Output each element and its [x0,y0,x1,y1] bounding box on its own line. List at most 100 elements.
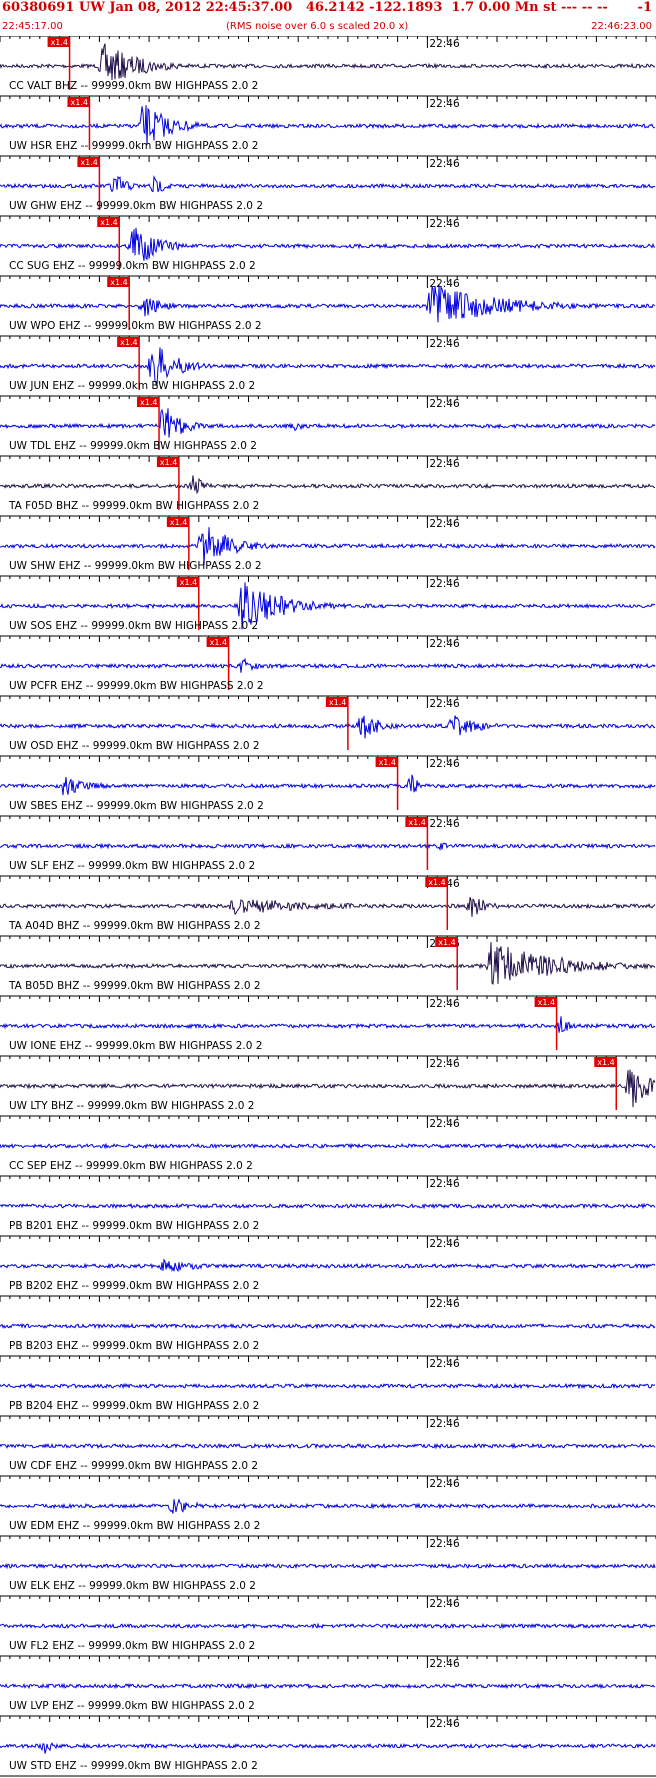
seismogram-plot: 22:46 x1.4 CC VALT BHZ -- 99999.0km BW HIG… [0,36,656,1777]
minute-marker-label: 22:46 [429,1298,460,1310]
minute-marker-label: 22:46 [429,1178,460,1190]
time-ticks [0,1056,656,1062]
seismogram-trace [0,475,656,495]
minute-marker-label: 22:46 [429,338,460,350]
time-ticks [0,516,656,522]
seismogram-trace [0,942,656,985]
pick-label: x1.4 [160,458,177,467]
pick-label: x1.4 [120,338,137,347]
seismogram-trace [0,842,656,852]
time-ticks [0,1356,656,1362]
time-ticks [0,1116,656,1122]
time-ticks [0,756,656,762]
time-ticks [0,1296,656,1302]
minute-marker-label: 22:46 [429,278,460,290]
minute-marker-label: 22:46 [429,1118,460,1130]
seismogram-trace [0,1742,656,1754]
time-ticks [0,1716,656,1722]
pick-label: x1.4 [597,1058,614,1067]
station-label: UW HSR EHZ -- 99999.0km BW HIGHPASS 2.0 … [9,140,258,152]
time-ticks [0,1236,656,1242]
seismogram-trace [0,774,656,796]
seismogram-trace [0,897,656,917]
minute-marker-label: 22:46 [429,1058,460,1070]
minute-marker-label: 22:46 [429,218,460,230]
station-label: UW SHW EHZ -- 99999.0km BW HIGHPASS 2.0 … [9,560,262,572]
seismogram-header: 60380691 UW Jan 08, 2012 22:45:37.00 46.… [0,0,656,36]
pick-label: x1.4 [70,98,87,107]
station-label: TA F05D BHZ -- 99999.0km BW HIGHPASS 2.0… [8,500,259,512]
seismogram-trace [0,408,656,438]
seismogram-trace [0,1258,656,1273]
station-label: UW WPO EHZ -- 99999.0km BW HIGHPASS 2.0 … [9,320,262,332]
station-label: UW CDF EHZ -- 99999.0km BW HIGHPASS 2.0 … [9,1460,258,1472]
station-label: UW OSD EHZ -- 99999.0km BW HIGHPASS 2.0 … [9,740,260,752]
time-ticks [0,36,656,42]
minute-marker-label: 22:46 [429,1418,460,1430]
station-label: CC SEP EHZ -- 99999.0km BW HIGHPASS 2.0 … [9,1160,253,1172]
station-label: UW SBES EHZ -- 99999.0km BW HIGHPASS 2.0… [9,800,264,812]
seismogram-trace [0,227,656,261]
station-label: UW STD EHZ -- 99999.0km BW HIGHPASS 2.0 … [9,1760,258,1772]
pick-label: x1.4 [210,638,227,647]
end-time: 22:46:23.00 [591,21,652,32]
seismogram-trace [0,1382,656,1390]
pick-label: x1.4 [538,998,555,1007]
time-ticks [0,336,656,342]
pick-label: x1.4 [428,878,445,887]
station-label: UW FL2 EHZ -- 99999.0km BW HIGHPASS 2.0 … [9,1640,255,1652]
station-label: UW SLF EHZ -- 99999.0km BW HIGHPASS 2.0 … [9,860,255,872]
seismogram-trace [0,43,656,81]
minute-marker-label: 22:46 [429,1238,460,1250]
seismogram-trace [0,174,656,193]
minute-marker-label: 22:46 [429,38,460,50]
start-time: 22:45:17.00 [2,21,63,32]
minute-marker-label: 22:46 [429,1538,460,1550]
minute-marker-label: 22:46 [429,1598,460,1610]
seismogram-trace [0,1682,656,1690]
minute-marker-label: 22:46 [429,1718,460,1730]
station-label: UW TDL EHZ -- 99999.0km BW HIGHPASS 2.0 … [9,440,257,452]
seismogram-trace [0,1622,656,1630]
pick-label: x1.4 [329,698,346,707]
seismogram-trace [0,1562,656,1570]
time-ticks [0,1536,656,1542]
pick-label: x1.4 [170,518,187,527]
time-ticks [0,96,656,102]
station-label: UW GHW EHZ -- 99999.0km BW HIGHPASS 2.0 … [9,200,263,212]
station-label: TA B05D BHZ -- 99999.0km BW HIGHPASS 2.0… [8,980,261,992]
time-ticks [0,1416,656,1422]
minute-marker-label: 22:46 [429,698,460,710]
pick-label: x1.4 [140,398,157,407]
station-label: TA A04D BHZ -- 99999.0km BW HIGHPASS 2.0… [8,920,261,932]
seismogram-trace [0,1322,656,1330]
station-label: UW SOS EHZ -- 99999.0km BW HIGHPASS 2.0 … [9,620,258,632]
seismogram-trace [0,1498,656,1514]
pick-label: x1.4 [110,278,127,287]
seismogram-trace [0,1142,656,1150]
minute-marker-label: 22:46 [429,458,460,470]
minute-marker-label: 22:46 [429,1658,460,1670]
seismogram-trace [0,285,656,323]
minute-marker-label: 22:46 [429,1358,460,1370]
time-ticks [0,816,656,822]
time-ticks [0,1596,656,1602]
station-label: UW LVP EHZ -- 99999.0km BW HIGHPASS 2.0 … [9,1700,255,1712]
seismogram-trace [0,715,656,739]
minute-marker-label: 22:46 [429,578,460,590]
seismogram-trace [0,105,655,145]
station-label: UW LTY BHZ -- 99999.0km BW HIGHPASS 2.0 … [9,1100,254,1112]
time-ticks [0,876,656,882]
time-ticks [0,456,656,462]
pick-label: x1.4 [100,218,117,227]
station-label: UW JUN EHZ -- 99999.0km BW HIGHPASS 2.0 … [9,380,255,392]
station-label: PB B202 EHZ -- 99999.0km BW HIGHPASS 2.0… [9,1280,259,1292]
plot-subtitle: (RMS noise over 6.0 s scaled 20.0 x) [226,21,409,32]
time-ticks [0,1656,656,1662]
pick-label: x1.4 [408,818,425,827]
station-label: UW EDM EHZ -- 99999.0km BW HIGHPASS 2.0 … [9,1520,260,1532]
minute-marker-label: 22:46 [429,1478,460,1490]
station-label: CC VALT BHZ -- 99999.0km BW HIGHPASS 2.0… [9,80,258,92]
seismogram-trace [0,657,656,673]
minute-marker-label: 22:46 [429,398,460,410]
